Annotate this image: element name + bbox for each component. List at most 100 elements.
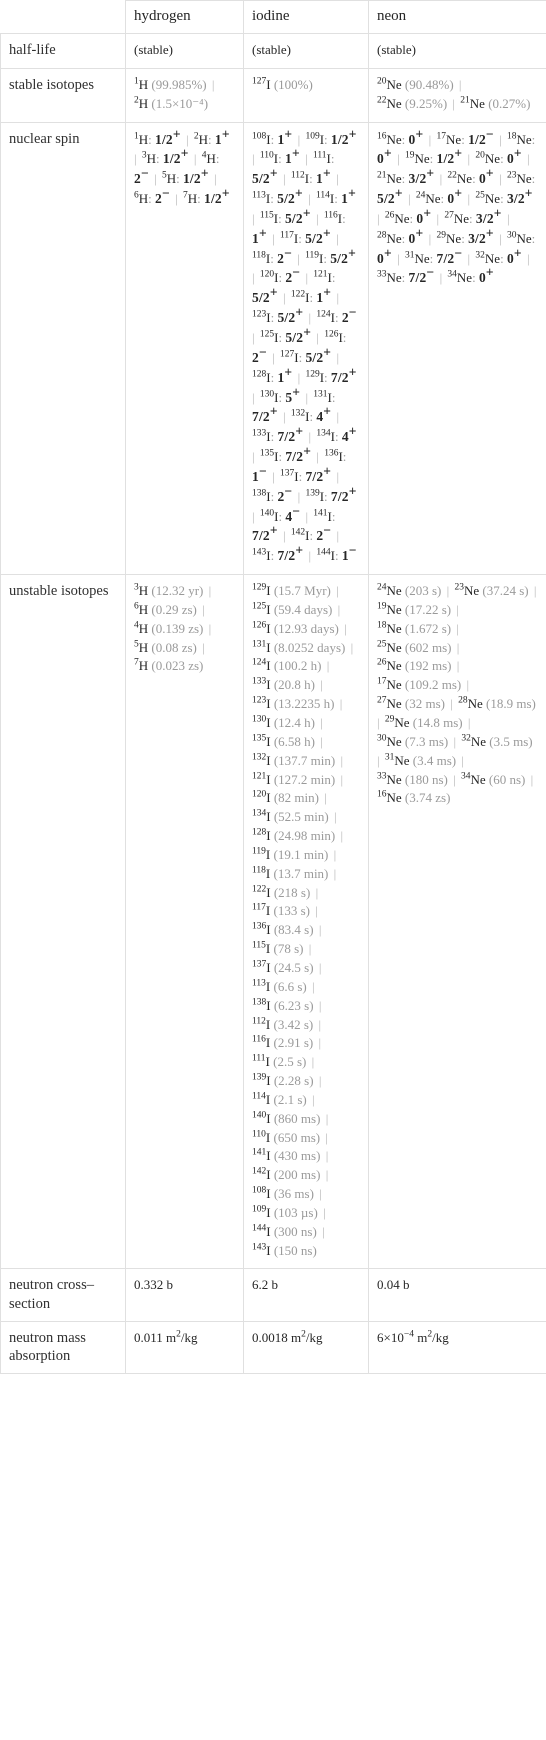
isotope-mass-number: 16 <box>377 790 387 801</box>
isotope-symbol: H <box>166 171 177 187</box>
isotope-entry: 16Ne <box>377 131 402 146</box>
isotope-spin-value: 1 <box>316 171 323 187</box>
isotope-entry: 125I <box>252 602 271 617</box>
isotope-annotation: (192 ms) <box>401 658 452 674</box>
isotope-entry: 26Ne <box>377 658 402 673</box>
row-label-unstable-isotopes: unstable isotopes <box>0 574 126 1270</box>
isotope-annotation: (37.24 s) <box>479 583 529 599</box>
isotope-separator: | <box>332 583 339 599</box>
isotope-annotation: (0.08 zs) <box>148 639 197 655</box>
isotope-mass-number: 111 <box>312 151 327 162</box>
neutron-mass-absorption-iodine: 0.0018 m2/kg <box>243 1320 369 1374</box>
isotope-spin-parity: + <box>322 225 331 241</box>
isotope-mass-number: 22 <box>377 95 387 106</box>
isotope-symbol: Ne <box>446 131 462 147</box>
isotope-separator: | <box>330 846 337 862</box>
isotope-separator: | <box>311 903 318 919</box>
isotope-symbol: Ne <box>386 171 402 187</box>
isotope-colon: : <box>208 131 215 147</box>
isotope-mass-number: 122 <box>290 289 306 300</box>
isotope-mass-number: 29 <box>436 230 447 241</box>
isotope-spin-value: 3/2 <box>506 191 525 207</box>
isotope-separator: | <box>305 548 315 564</box>
isotope-spin-value: 3/2 <box>468 230 486 246</box>
isotope-annotation: (650 ms) <box>270 1129 321 1145</box>
isotope-entry: 17Ne <box>437 131 462 147</box>
isotope-mass-number: 28 <box>458 695 468 706</box>
isotope-spin-parity: + <box>383 245 392 261</box>
isotope-entry: 110I <box>252 1129 270 1144</box>
isotope-separator: | <box>453 601 459 617</box>
isotope-mass-number: 115 <box>252 940 266 951</box>
isotope-entry: 119I <box>305 251 323 266</box>
isotope-mass-number: 117 <box>252 903 266 914</box>
column-header-neon: neon <box>368 0 546 34</box>
isotope-annotation: (430 ms) <box>270 1148 321 1164</box>
isotope-symbol: Ne <box>414 151 430 167</box>
isotope-mass-number: 142 <box>252 1166 267 1177</box>
isotope-spin-parity: + <box>269 404 278 420</box>
isotope-entry: 24Ne <box>416 191 441 206</box>
isotope-separator: | <box>313 329 323 345</box>
isotope-mass-number: 17 <box>377 676 387 687</box>
isotope-entry: 23Ne <box>455 583 480 598</box>
isotope-separator: | <box>393 151 403 167</box>
isotope-mass-number: 129 <box>305 369 320 380</box>
isotope-annotation: (24.5 s) <box>270 959 314 975</box>
isotope-spin-value: 7/2 <box>408 270 427 286</box>
isotope-separator: | <box>315 1073 322 1089</box>
isotope-colon: : <box>469 210 476 226</box>
isotope-mass-number: 143 <box>252 1242 267 1253</box>
isotope-annotation: (200 ms) <box>270 1167 321 1183</box>
isotope-spin-parity: + <box>291 146 300 162</box>
isotope-spin-value: 1/2 <box>155 131 173 147</box>
isotope-spin-value: 0 <box>408 131 416 147</box>
neutron-cross-section-neon: 0.04 b <box>368 1268 546 1322</box>
isotope-symbol: Ne <box>386 230 402 246</box>
isotope-spin-parity: − <box>292 503 301 519</box>
isotope-entry: 133I <box>252 429 271 444</box>
isotope-spin-value: 7/2 <box>330 369 349 385</box>
isotope-spin-value: 5/2 <box>277 310 296 326</box>
isotope-entry: 131I <box>252 640 271 655</box>
isotope-entry: 130I <box>252 715 271 730</box>
isotope-entry: 6H <box>134 602 148 617</box>
isotope-entry: 113I <box>252 191 270 206</box>
isotope-mass-number: 133 <box>252 428 267 439</box>
isotope-mass-number: 124 <box>316 309 331 320</box>
isotope-entry: 25Ne <box>475 191 500 206</box>
isotope-separator: | <box>315 922 322 938</box>
isotope-symbol: Ne <box>386 620 402 636</box>
isotope-mass-number: 23 <box>454 582 465 593</box>
isotope-spin-value: 5/2 <box>284 210 303 226</box>
isotope-symbol: Ne <box>386 270 402 286</box>
isotope-symbol: Ne <box>386 677 402 693</box>
isotope-spin-parity: + <box>269 284 278 300</box>
nuclear-spin-neon: 16Ne: 0+ | 17Ne: 1/2− | 18Ne: 0+ | 19Ne:… <box>368 121 546 576</box>
isotope-separator: | <box>171 191 181 207</box>
isotope-entry: 28Ne <box>377 231 402 246</box>
isotope-separator: | <box>294 131 304 147</box>
isotope-entry: 21Ne <box>460 96 485 111</box>
isotope-separator: | <box>293 250 304 266</box>
isotope-symbol: Ne <box>467 696 483 712</box>
isotope-colon: : <box>401 270 409 286</box>
isotope-separator: | <box>453 620 459 636</box>
isotope-spin-parity: + <box>200 165 209 181</box>
isotope-colon: : <box>309 171 316 187</box>
isotope-annotation: (78 s) <box>270 941 304 957</box>
isotope-mass-number: 21 <box>460 95 470 106</box>
isotope-entry: 127I <box>280 350 299 365</box>
row-label-nuclear-spin: nuclear spin <box>0 121 126 576</box>
isotope-colon: : <box>342 449 347 465</box>
isotope-mass-number: 114 <box>316 190 330 201</box>
isotope-spin-value: 5/2 <box>377 191 395 207</box>
isotope-mass-number: 120 <box>259 270 275 281</box>
isotope-spin-parity: + <box>348 364 357 380</box>
isotope-mass-number: 18 <box>377 620 387 631</box>
isotope-entry: 144I <box>316 548 335 563</box>
isotope-colon: : <box>500 151 507 167</box>
isotope-separator: | <box>333 409 340 425</box>
isotope-annotation: (3.5 ms) <box>486 733 533 749</box>
isotope-entry: 136I <box>252 922 271 937</box>
